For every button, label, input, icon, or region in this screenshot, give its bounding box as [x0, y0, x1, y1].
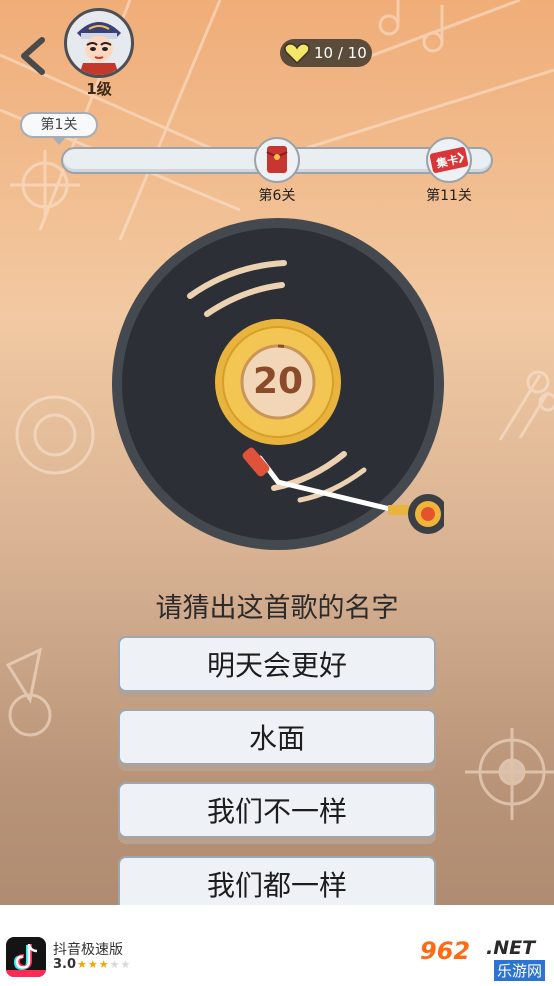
lives-count: 10 / 10: [314, 44, 367, 62]
milestone-6-label: 第6关: [258, 188, 296, 204]
ad-app-name: 抖音极速版: [53, 942, 123, 958]
player-level: 1级: [86, 80, 112, 98]
answer-option-3[interactable]: 我们不一样: [118, 782, 436, 838]
watermark-site: 乐游网: [494, 960, 546, 981]
question-prompt: 请猜出这首歌的名字: [155, 593, 399, 624]
avatar[interactable]: [64, 8, 134, 78]
back-button[interactable]: [14, 36, 54, 76]
countdown-value: 20: [252, 360, 304, 402]
watermark-net: .NET: [486, 937, 536, 959]
star-icon: ★: [87, 958, 99, 971]
milestone-11-label: 第11关: [426, 188, 472, 204]
answer-option-2[interactable]: 水面: [118, 709, 436, 765]
ad-rating-value: 3.0: [53, 957, 77, 972]
answer-option-4[interactable]: 我们都一样: [118, 856, 436, 912]
current-stage-badge: 第1关: [20, 112, 98, 145]
milestone-stage-6[interactable]: [254, 137, 300, 183]
heart-icon: [284, 43, 310, 64]
countdown-timer: 20: [215, 318, 341, 444]
ad-rating-stars: ★★★★★: [77, 958, 131, 971]
red-envelope-icon: [266, 146, 288, 173]
milestone-stage-11[interactable]: 集卡: [426, 137, 472, 183]
star-icon: ★: [109, 958, 121, 971]
answer-option-1[interactable]: 明天会更好: [118, 636, 436, 692]
opera-character-icon: [77, 22, 121, 75]
star-icon: ★: [120, 958, 132, 971]
douyin-lite-icon[interactable]: [6, 937, 46, 977]
star-icon: ★: [77, 958, 88, 971]
lives-counter: 10 / 10: [280, 39, 372, 67]
watermark-number: 962: [420, 937, 471, 965]
star-icon: ★: [98, 958, 110, 971]
collect-card-icon: 集卡: [429, 147, 469, 173]
